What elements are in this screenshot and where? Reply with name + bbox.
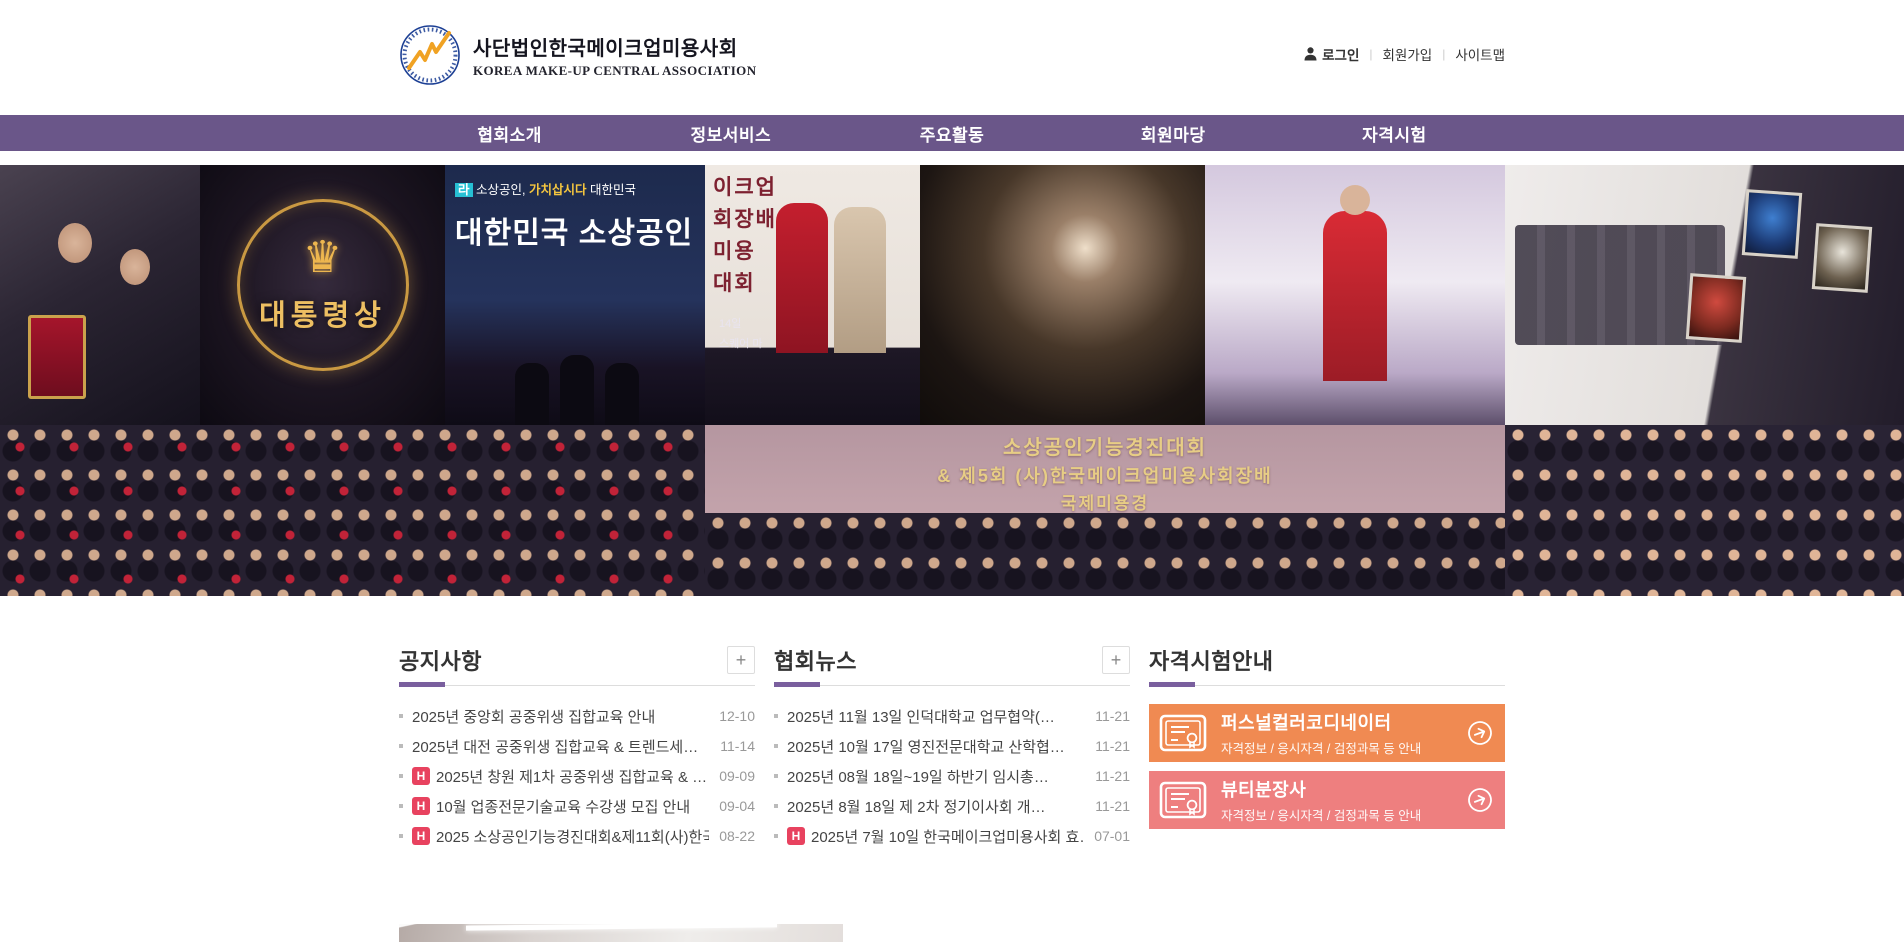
- notice-section: 공지사항 + 2025년 중앙회 공중위생 집합교육 안내 12-10 2025…: [399, 645, 755, 848]
- site-header: 사단법인한국메이크업미용사회 KOREA MAKE-UP CENTRAL ASS…: [0, 0, 1904, 115]
- competition-banner: 소상공인기능경진대회 & 제5회 (사)한국메이크업미용사회장배 국제미용경: [705, 425, 1505, 513]
- news-item[interactable]: 2025년 08월 18일~19일 하반기 임시총… 11-21: [774, 764, 1130, 788]
- exam-guide-section: 자격시험안내 퍼스널컬러코디네이터 자격정보 / 응시자격 / 검정과목 등 안…: [1149, 645, 1505, 848]
- bullet-icon: [774, 834, 778, 838]
- logo-title-korean: 사단법인한국메이크업미용사회: [473, 32, 756, 61]
- nav-item-members[interactable]: 회원마당: [1063, 115, 1284, 151]
- user-icon: [1304, 47, 1317, 61]
- arrow-circle-icon: [1463, 716, 1496, 749]
- laurel-ring-graphic: ♛ 대통령상: [237, 199, 409, 371]
- main-nav: 협회소개 정보서비스 주요활동 회원마당 자격시험: [0, 115, 1904, 151]
- exam-guide-title: 자격시험안내: [1149, 644, 1273, 676]
- section-underline: [774, 685, 1130, 686]
- bullet-icon: [399, 744, 403, 748]
- utility-links: 로그인 | 회원가입 | 사이트맵: [1304, 44, 1505, 64]
- artwork-frame: [1742, 189, 1802, 259]
- notice-item[interactable]: H 2025년 창원 제1차 공중위생 집합교육 & … 09-09: [399, 764, 755, 788]
- artwork-frame: [1812, 223, 1872, 293]
- venue-text: 14일 스퀘어 마: [719, 315, 763, 355]
- stage-tagline-badge: 라: [455, 183, 473, 197]
- exam-card-personal-color-coordinator[interactable]: 퍼스널컬러코디네이터 자격정보 / 응시자격 / 검정과목 등 안내: [1149, 704, 1505, 762]
- nav-item-info-service[interactable]: 정보서비스: [620, 115, 841, 151]
- hero-photo-award-winners: [0, 165, 200, 425]
- hero-photo-group-right: [1505, 425, 1904, 596]
- bullet-icon: [399, 804, 403, 808]
- bullet-icon: [774, 804, 778, 808]
- news-item[interactable]: 2025년 8월 18일 제 2차 정기이사회 개… 11-21: [774, 794, 1130, 818]
- bullet-icon: [774, 744, 778, 748]
- hero-photo-group-left: [0, 425, 705, 596]
- login-link[interactable]: 로그인: [1304, 44, 1359, 64]
- main-content: 공지사항 + 2025년 중앙회 공중위생 집합교육 안내 12-10 2025…: [399, 645, 1505, 848]
- crown-icon: ♛: [303, 236, 342, 280]
- stage-headline-text: 대한민국 소상공인: [455, 208, 695, 252]
- bullet-icon: [399, 714, 403, 718]
- bullet-icon: [774, 774, 778, 778]
- divider: |: [1369, 47, 1372, 61]
- nav-item-about[interactable]: 협회소개: [399, 115, 620, 151]
- notice-more-button[interactable]: +: [727, 646, 755, 674]
- bullet-icon: [774, 714, 778, 718]
- hero-photo-stage-screen: 라 소상공인, 가치삽시다 대한민국 대한민국 소상공인: [445, 165, 705, 425]
- event-banner-text: 이크업 회장배 미용 대회: [713, 171, 777, 297]
- hero-photo-art-exhibition: [1505, 165, 1904, 425]
- section-underline: [1149, 685, 1505, 686]
- association-emblem-icon: [399, 24, 461, 86]
- sitemap-link[interactable]: 사이트맵: [1455, 44, 1505, 64]
- logo-title-english: KOREA MAKE-UP CENTRAL ASSOCIATION: [473, 63, 756, 79]
- hero-photo-singer: [1205, 165, 1505, 425]
- hot-badge: H: [412, 797, 430, 815]
- news-more-button[interactable]: +: [1102, 646, 1130, 674]
- next-section-photo-cropped: [399, 924, 843, 942]
- hot-badge: H: [412, 767, 430, 785]
- bullet-icon: [399, 774, 403, 778]
- news-title: 협회뉴스: [774, 644, 857, 676]
- join-link[interactable]: 회원가입: [1383, 44, 1433, 64]
- hero-photo-presidential-award: ♛ 대통령상: [200, 165, 445, 425]
- nav-item-exam[interactable]: 자격시험: [1284, 115, 1505, 151]
- notice-item[interactable]: H 10월 업종전문기술교육 수강생 모집 안내 09-04: [399, 794, 755, 818]
- certificate-icon: [1159, 781, 1207, 819]
- award-plaque: [28, 315, 86, 399]
- hot-badge: H: [412, 827, 430, 845]
- artwork-frame: [1686, 273, 1746, 343]
- section-underline: [399, 685, 755, 686]
- arrow-circle-icon: [1463, 783, 1496, 816]
- bullet-icon: [399, 834, 403, 838]
- exam-card-beauty-makeup-artist[interactable]: 뷰티분장사 자격정보 / 응시자격 / 검정과목 등 안내: [1149, 771, 1505, 829]
- divider: |: [1442, 47, 1445, 61]
- site-logo[interactable]: 사단법인한국메이크업미용사회 KOREA MAKE-UP CENTRAL ASS…: [399, 24, 756, 86]
- presidential-award-text: 대통령상: [259, 292, 386, 334]
- notice-item[interactable]: 2025년 중앙회 공중위생 집합교육 안내 12-10: [399, 704, 755, 728]
- notice-item[interactable]: H 2025 소상공인기능경진대회&제11회(사)한국… 08-22: [399, 824, 755, 848]
- news-item[interactable]: 2025년 10월 17일 영진전문대학교 산학협… 11-21: [774, 734, 1130, 758]
- hero-photo-collage[interactable]: ♛ 대통령상 라 소상공인, 가치삽시다 대한민국 대한민국 소상공인 이크업 …: [0, 165, 1904, 596]
- notice-title: 공지사항: [399, 644, 482, 676]
- news-item[interactable]: H 2025년 7월 10일 한국메이크업미용사회 효… 07-01: [774, 824, 1130, 848]
- hero-photo-group-center: 소상공인기능경진대회 & 제5회 (사)한국메이크업미용사회장배 국제미용경: [705, 425, 1505, 596]
- notice-item[interactable]: 2025년 대전 공중위생 집합교육 & 트렌드세… 11-14: [399, 734, 755, 758]
- hot-badge: H: [787, 827, 805, 845]
- news-item[interactable]: 2025년 11월 13일 인덕대학교 업무협약(… 11-21: [774, 704, 1130, 728]
- hero-photo-trophy-handover: 이크업 회장배 미용 대회 14일 스퀘어 마: [705, 165, 920, 425]
- hero-photo-makeup-session: [920, 165, 1205, 425]
- news-section: 협회뉴스 + 2025년 11월 13일 인덕대학교 업무협약(… 11-21 …: [774, 645, 1130, 848]
- nav-item-activities[interactable]: 주요활동: [841, 115, 1062, 151]
- certificate-icon: [1159, 714, 1207, 752]
